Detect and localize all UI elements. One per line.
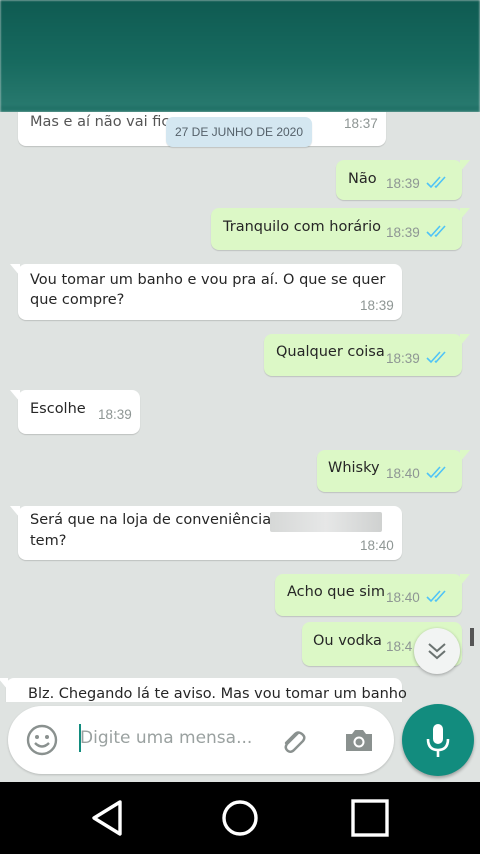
microphone-icon [426,724,450,757]
message-time: 18:39 [386,225,420,240]
paperclip-icon[interactable] [276,724,310,758]
message-text: Não [348,171,377,187]
message-input-box[interactable]: Digite uma mensa... [8,706,394,774]
message-text: Vou tomar um banho e vou pra aí. O que s… [30,272,386,308]
double-check-icon [426,466,446,479]
message-time: 18:40 [360,538,394,553]
message-incoming[interactable]: Blz. Chegando lá te aviso. Mas vou tomar… [0,678,407,702]
scroll-to-bottom-button[interactable] [414,628,460,674]
message-input[interactable]: Digite uma mensa... [80,728,252,748]
back-icon[interactable] [86,796,130,840]
emoji-icon[interactable] [24,722,60,758]
system-navigation-bar [0,782,480,854]
voice-record-button[interactable] [402,704,474,776]
scrollbar[interactable] [470,628,474,646]
double-check-icon [426,590,446,603]
double-chevron-down-icon [428,643,446,660]
message-text: Mas e aí não vai fica [30,114,179,130]
message-incoming[interactable]: Será que na loja de conveniência do tem?… [10,506,402,560]
message-outgoing[interactable]: Não 18:39 [336,160,470,200]
message-time: 18:40 [386,590,420,605]
recent-apps-icon[interactable] [348,796,392,840]
chat-area[interactable]: Mas e aí não vai fica 18:37 Não 18:39 Tr… [0,112,480,702]
redacted-block [270,512,382,532]
message-time: 18:40 [386,466,420,481]
double-check-icon [426,176,446,189]
home-icon[interactable] [218,796,262,840]
message-text: Acho que sim [287,584,385,600]
message-text: Blz. Chegando lá te aviso. Mas vou tomar… [28,686,407,702]
message-outgoing[interactable]: Tranquilo com horário 18:39 [211,208,470,250]
message-time: 18:39 [386,351,420,366]
message-text: Ou vodka [313,633,382,649]
message-incoming[interactable]: Escolhe 18:39 [10,390,140,434]
message-time: 18:39 [98,407,132,422]
date-chip: 27 DE JUNHO DE 2020 [166,117,312,147]
message-time: 18:4 [386,639,413,654]
app-header-blurred [0,0,480,120]
message-text: Escolhe [30,401,86,417]
double-check-icon [426,225,446,238]
message-text: Qualquer coisa [276,344,385,360]
message-text: Whisky [328,460,380,476]
message-incoming[interactable]: Vou tomar um banho e vou pra aí. O que s… [10,264,402,320]
message-outgoing[interactable]: Whisky 18:40 [317,450,470,492]
message-time: 18:39 [386,176,420,191]
message-outgoing[interactable]: Qualquer coisa 18:39 [264,334,470,376]
message-text-continued: tem? [30,533,67,549]
camera-icon[interactable] [342,724,376,758]
message-outgoing[interactable]: Acho que sim 18:40 [275,574,470,616]
message-time: 18:37 [344,116,378,131]
message-composer: Digite uma mensa... [0,702,480,782]
double-check-icon [426,351,446,364]
message-text: Será que na loja de conveniência do [30,512,294,528]
message-text: Tranquilo com horário [223,219,382,235]
message-time: 18:39 [360,298,394,313]
